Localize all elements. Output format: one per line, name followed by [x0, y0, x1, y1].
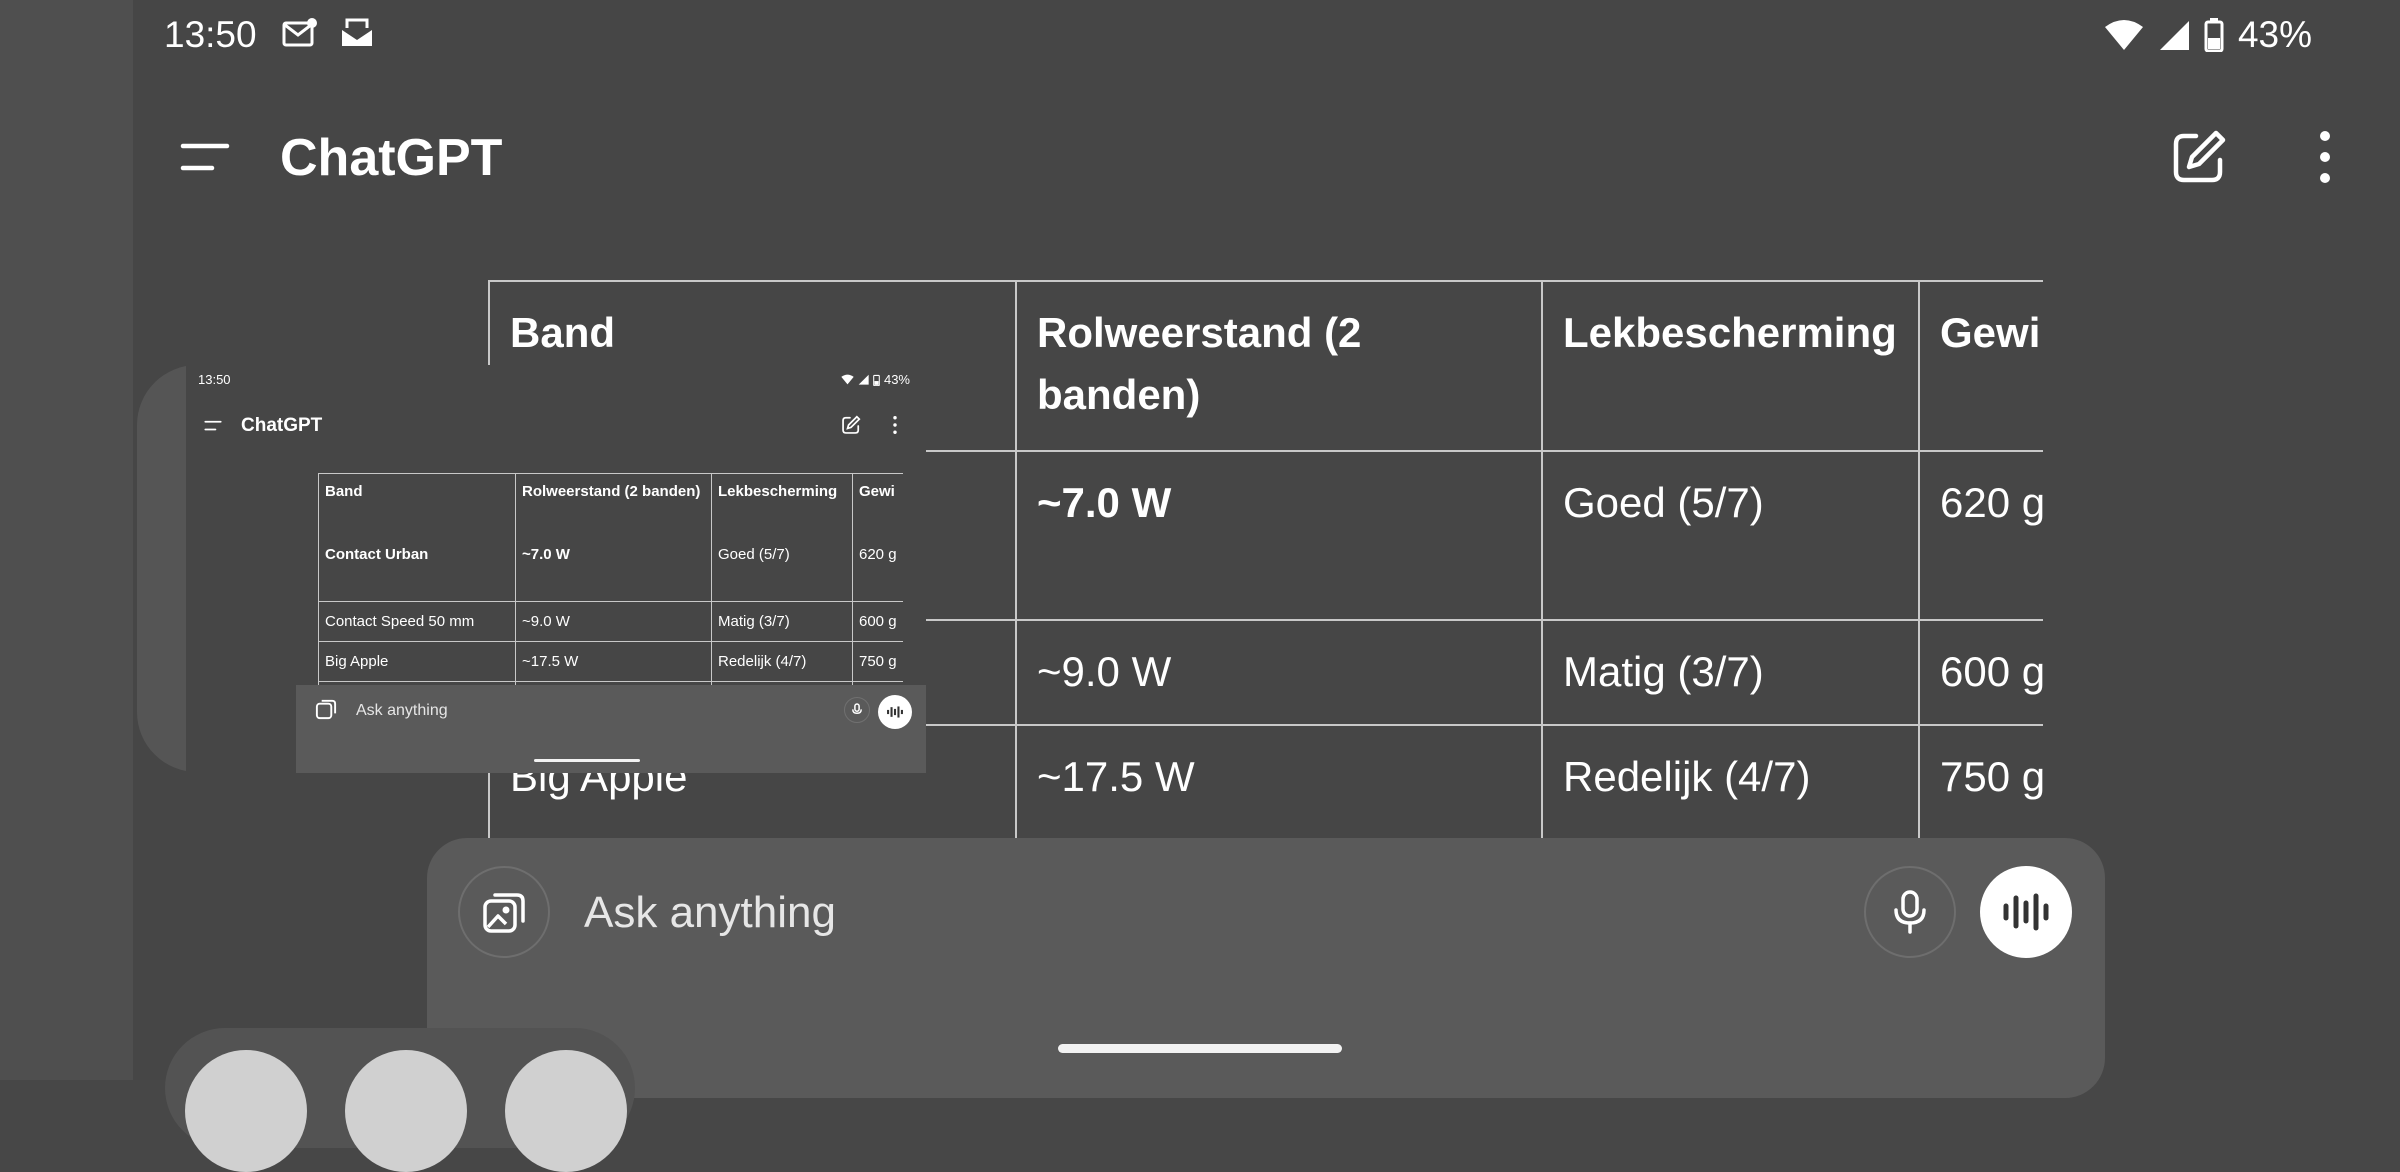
mail-icon: [282, 18, 317, 47]
thumb-cell: Redelijk (4/7): [718, 653, 807, 670]
thumb-cell: Matig (3/7): [718, 613, 790, 630]
ask-input[interactable]: [584, 884, 1784, 942]
thumb-header: Lekbescherming: [718, 483, 838, 500]
home-indicator[interactable]: [1058, 1044, 1342, 1053]
thumb-app-title: ChatGPT: [241, 415, 323, 436]
table-cell: ~9.0 W: [1037, 648, 1172, 695]
image-attach-icon: [483, 893, 525, 933]
table-cell: 600 g: [1940, 648, 2043, 695]
menu-icon: [204, 420, 222, 431]
status-time: 13:50: [164, 14, 257, 55]
battery-percent: 43%: [2237, 14, 2312, 55]
more-vert-icon[interactable]: [2305, 128, 2345, 186]
table-header-gewicht: Gewi: [1940, 309, 2041, 356]
thumb-header: Gewi: [859, 483, 895, 500]
voice-waveform-icon: [2003, 893, 2049, 931]
table-header-lekbescherming: Lekbescherming: [1563, 309, 1897, 356]
microphone-icon: [852, 703, 862, 715]
screenshot-preview[interactable]: 13:50 43% ChatGPT Band Rolweerstand (2 b…: [186, 365, 926, 773]
thumb-voice: [878, 695, 912, 729]
edit-icon[interactable]: [2170, 128, 2228, 186]
menu-icon[interactable]: [180, 138, 230, 178]
edit-icon: [842, 415, 861, 434]
wifi-icon: [2104, 20, 2143, 50]
thumb-cell: Big Apple: [325, 653, 389, 670]
left-edge-panel: [0, 0, 133, 1080]
thumb-cell: ~7.0 W: [522, 546, 570, 563]
microphone-button[interactable]: [1864, 866, 1956, 958]
thumb-row-divider: [318, 641, 903, 642]
dock-app-icon[interactable]: [505, 1050, 627, 1172]
table-cell: 620 g: [1940, 479, 2043, 526]
battery-icon: [2204, 18, 2224, 52]
thumb-microphone: [844, 697, 870, 723]
wifi-icon: [841, 374, 854, 385]
thumb-table: Band Rolweerstand (2 banden) Lekbescherm…: [318, 473, 903, 693]
dock-app-icon[interactable]: [345, 1050, 467, 1172]
attach-image-button[interactable]: [458, 866, 550, 958]
table-header-rolweerstand: Rolweerstand (2 banden): [1037, 309, 1362, 418]
thumb-battery-percent: 43%: [883, 372, 910, 387]
thumb-ask-placeholder: Ask anything: [356, 702, 448, 719]
thumb-cell: Goed (5/7): [718, 546, 790, 563]
thumb-row-divider: [318, 681, 903, 682]
table-cell: Goed (5/7): [1563, 479, 1764, 526]
composer-panel: [427, 838, 2105, 1098]
dock-app-icon[interactable]: [185, 1050, 307, 1172]
thumb-status-indicators: 43%: [841, 372, 910, 387]
microphone-icon: [1894, 890, 1926, 934]
table-top-border: [488, 280, 2043, 282]
thumb-cell: Contact Urban: [325, 546, 429, 563]
signal-icon: [2159, 21, 2189, 50]
table-cell: 750 g: [1940, 753, 2043, 800]
thumb-header: Band: [325, 483, 363, 500]
thumb-row-divider: [318, 601, 903, 602]
inbox-icon: [342, 18, 372, 46]
app-title: ChatGPT: [280, 129, 503, 187]
image-attach-icon: [315, 699, 337, 720]
thumb-cell: ~17.5 W: [522, 653, 579, 670]
table-header-band: Band: [510, 309, 615, 356]
signal-icon: [858, 374, 869, 385]
thumb-status-time: 13:50: [198, 372, 231, 387]
thumb-cell: ~9.0 W: [522, 613, 570, 630]
thumb-cell: 750 g: [859, 653, 897, 670]
table-cell: Matig (3/7): [1563, 648, 1764, 695]
thumb-header: Rolweerstand (2 banden): [522, 483, 701, 500]
thumb-row-divider: [318, 473, 903, 474]
status-indicators: 43%: [2104, 14, 2312, 56]
thumb-cell: Contact Speed 50 mm: [325, 613, 475, 630]
thumb-cell: 620 g: [859, 546, 897, 563]
voice-mode-button[interactable]: [1980, 866, 2072, 958]
table-cell: ~17.5 W: [1037, 753, 1195, 800]
thumb-cell: 600 g: [859, 613, 897, 630]
battery-icon: [873, 374, 880, 386]
table-cell: Redelijk (4/7): [1563, 753, 1811, 800]
thumb-home-indicator: [534, 759, 640, 762]
voice-waveform-icon: [887, 706, 903, 718]
table-cell: ~7.0 W: [1037, 479, 1172, 526]
more-vert-icon: [893, 416, 897, 434]
